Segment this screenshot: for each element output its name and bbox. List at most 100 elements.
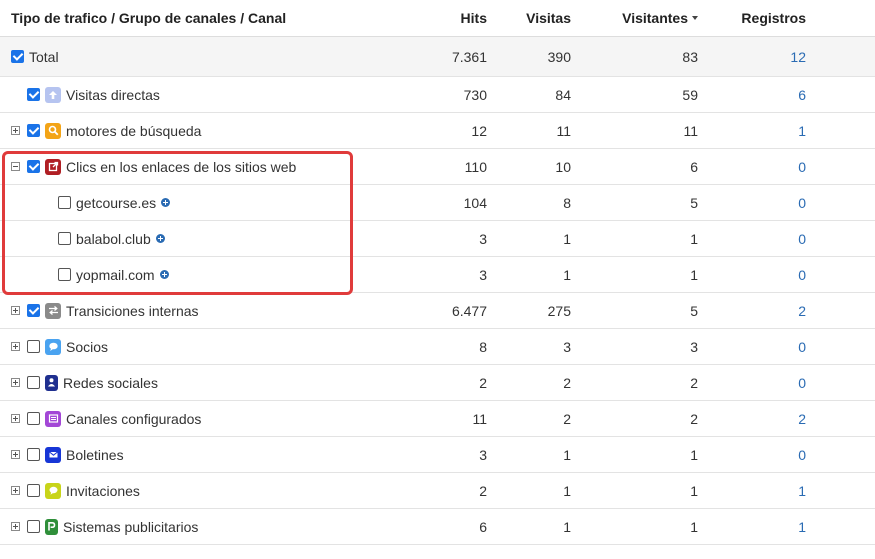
cell-visitors: 1 (690, 518, 698, 535)
cell-visitors: 6 (690, 158, 698, 175)
row-label: Transiciones internas (66, 302, 199, 319)
cell-hits: 12 (471, 122, 487, 139)
chat-bubble-icon (45, 338, 61, 355)
expand-icon[interactable] (11, 414, 20, 423)
row-label: balabol.club (76, 230, 151, 247)
search-icon (45, 122, 61, 139)
cell-registrations-link[interactable]: 0 (698, 339, 806, 355)
table-header: Tipo de trafico / Grupo de canales / Can… (0, 0, 875, 37)
external-link-icon (45, 158, 61, 175)
cell-visitors: 2 (690, 374, 698, 391)
cell-visits: 3 (563, 338, 571, 355)
swap-icon (45, 302, 61, 319)
expand-icon[interactable] (11, 342, 20, 351)
add-circle-icon[interactable] (159, 270, 169, 279)
cell-visitors: 5 (690, 194, 698, 211)
cell-registrations-link[interactable]: 0 (698, 195, 806, 211)
cell-visits: 1 (563, 446, 571, 463)
row-label: Boletines (66, 446, 124, 463)
collapse-icon[interactable] (11, 162, 20, 171)
row-label: Total (29, 48, 59, 65)
cell-registrations-link[interactable]: 0 (698, 231, 806, 247)
header-registrations[interactable]: Registros (698, 10, 806, 26)
checkbox-configured-channels[interactable] (27, 412, 40, 425)
table-row-search-engines: motores de búsqueda 12 11 11 1 (0, 113, 875, 149)
cell-registrations-link[interactable]: 1 (698, 483, 806, 499)
cell-hits: 104 (463, 194, 487, 211)
mail-icon (45, 446, 61, 463)
row-label: Redes sociales (63, 374, 158, 391)
list-icon (45, 410, 61, 427)
ad-icon (45, 518, 58, 535)
expand-icon[interactable] (11, 450, 20, 459)
cell-registrations-link[interactable]: 0 (698, 267, 806, 283)
table-row-ad-systems: Sistemas publicitarios 6 1 1 1 (0, 509, 875, 545)
cell-hits: 8 (479, 338, 487, 355)
row-label: Visitas directas (66, 86, 160, 103)
cell-visitors: 1 (690, 266, 698, 283)
cell-visits: 8 (563, 194, 571, 211)
checkbox-social-networks[interactable] (27, 376, 40, 389)
cell-registrations-link[interactable]: 1 (698, 123, 806, 139)
cell-hits: 7.361 (451, 48, 487, 65)
checkbox-ad-systems[interactable] (27, 520, 40, 533)
checkbox-getcourse[interactable] (58, 196, 71, 209)
cell-registrations-link[interactable]: 2 (698, 411, 806, 427)
cell-hits: 6.477 (451, 302, 487, 319)
cell-registrations-link[interactable]: 12 (698, 49, 806, 65)
expand-icon[interactable] (11, 378, 20, 387)
cell-registrations-link[interactable]: 0 (698, 375, 806, 391)
speech-icon (45, 482, 61, 499)
checkbox-newsletters[interactable] (27, 448, 40, 461)
expand-icon[interactable] (11, 486, 20, 495)
cell-visitors: 3 (690, 338, 698, 355)
header-visitors[interactable]: Visitantes (571, 10, 698, 26)
cell-visits: 1 (563, 266, 571, 283)
person-icon (45, 374, 58, 391)
cell-registrations-link[interactable]: 0 (698, 447, 806, 463)
row-label: getcourse.es (76, 194, 157, 211)
cell-registrations-link[interactable]: 2 (698, 303, 806, 319)
cell-visits: 10 (555, 158, 571, 175)
cell-visits: 2 (563, 374, 571, 391)
checkbox-partners[interactable] (27, 340, 40, 353)
checkbox-internal-transitions[interactable] (27, 304, 40, 317)
table-row-newsletters: Boletines 3 1 1 0 (0, 437, 875, 473)
checkbox-search-engines[interactable] (27, 124, 40, 137)
cell-registrations-link[interactable]: 6 (698, 87, 806, 103)
checkbox-invitations[interactable] (27, 484, 40, 497)
checkbox-balabol[interactable] (58, 232, 71, 245)
header-visits[interactable]: Visitas (487, 10, 571, 26)
table-row-balabol: balabol.club 3 1 1 0 (0, 221, 875, 257)
checkbox-yopmail[interactable] (58, 268, 71, 281)
table-row-total: Total 7.361 390 83 12 (0, 37, 875, 77)
header-name[interactable]: Tipo de trafico / Grupo de canales / Can… (0, 10, 410, 26)
checkbox-direct-visits[interactable] (27, 88, 40, 101)
cell-visits: 1 (563, 518, 571, 535)
cell-hits: 3 (479, 266, 487, 283)
checkbox-website-links[interactable] (27, 160, 40, 173)
table-row-direct-visits: Visitas directas 730 84 59 6 (0, 77, 875, 113)
header-hits[interactable]: Hits (410, 10, 487, 26)
table-row-configured-channels: Canales configurados 11 2 2 2 (0, 401, 875, 437)
cell-visitors: 11 (683, 122, 698, 139)
cell-visitors: 83 (682, 48, 698, 65)
arrow-up-icon (45, 86, 61, 103)
expand-icon[interactable] (11, 126, 20, 135)
cell-registrations-link[interactable]: 1 (698, 519, 806, 535)
add-circle-icon[interactable] (155, 234, 165, 243)
cell-visitors: 59 (682, 86, 698, 103)
row-label: yopmail.com (76, 266, 155, 283)
expand-icon[interactable] (11, 522, 20, 531)
cell-visits: 1 (563, 230, 571, 247)
table-row-website-links: Clics en los enlaces de los sitios web 1… (0, 149, 875, 185)
row-label: Canales configurados (66, 410, 202, 427)
cell-hits: 3 (479, 230, 487, 247)
cell-registrations-link[interactable]: 0 (698, 159, 806, 175)
cell-visitors: 1 (690, 446, 698, 463)
expand-icon[interactable] (11, 306, 20, 315)
checkbox-total[interactable] (11, 50, 24, 63)
add-circle-icon[interactable] (161, 198, 171, 207)
traffic-table: Tipo de trafico / Grupo de canales / Can… (0, 0, 875, 545)
row-label: Invitaciones (66, 482, 140, 499)
